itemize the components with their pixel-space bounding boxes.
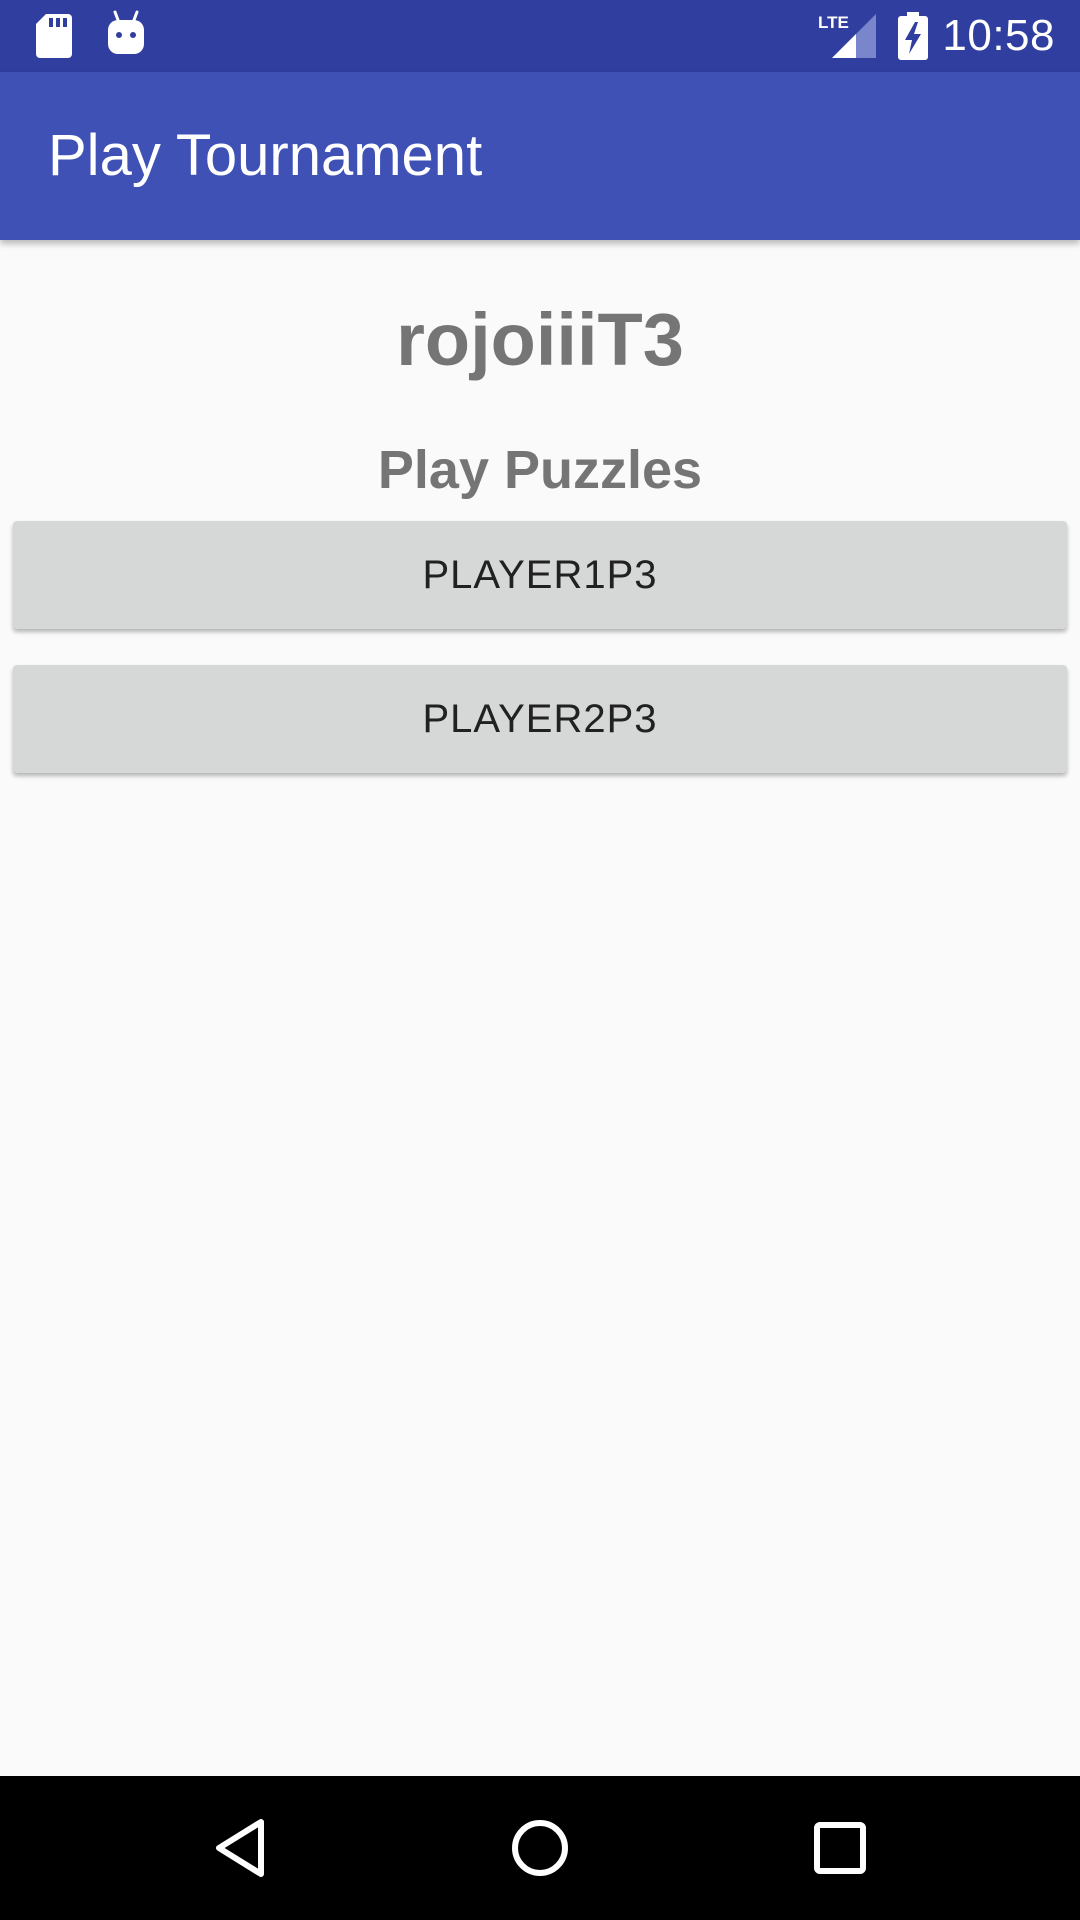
svg-text:LTE: LTE	[818, 13, 849, 32]
recents-icon[interactable]	[804, 1812, 876, 1884]
section-heading: Play Puzzles	[377, 440, 703, 500]
main-content: rojoiiiT3 Play Puzzles PLAYER1P3 PLAYER2…	[0, 240, 1080, 1776]
battery-charging-icon	[898, 12, 928, 65]
navigation-bar	[0, 1776, 1080, 1920]
status-bar: LTE 10:58	[0, 0, 1080, 72]
back-icon[interactable]	[205, 1812, 277, 1884]
player1-button[interactable]: PLAYER1P3	[13, 521, 1067, 629]
status-time: 10:58	[942, 11, 1055, 60]
tournament-name: rojoiiiT3	[396, 298, 684, 381]
home-icon[interactable]	[504, 1812, 576, 1884]
app-title: Play Tournament	[48, 123, 483, 188]
android-icon	[106, 10, 146, 61]
lte-signal-icon: LTE	[818, 12, 876, 63]
player2-button[interactable]: PLAYER2P3	[13, 665, 1067, 773]
sd-card-icon	[36, 14, 72, 63]
app-bar: Play Tournament	[0, 72, 1080, 240]
